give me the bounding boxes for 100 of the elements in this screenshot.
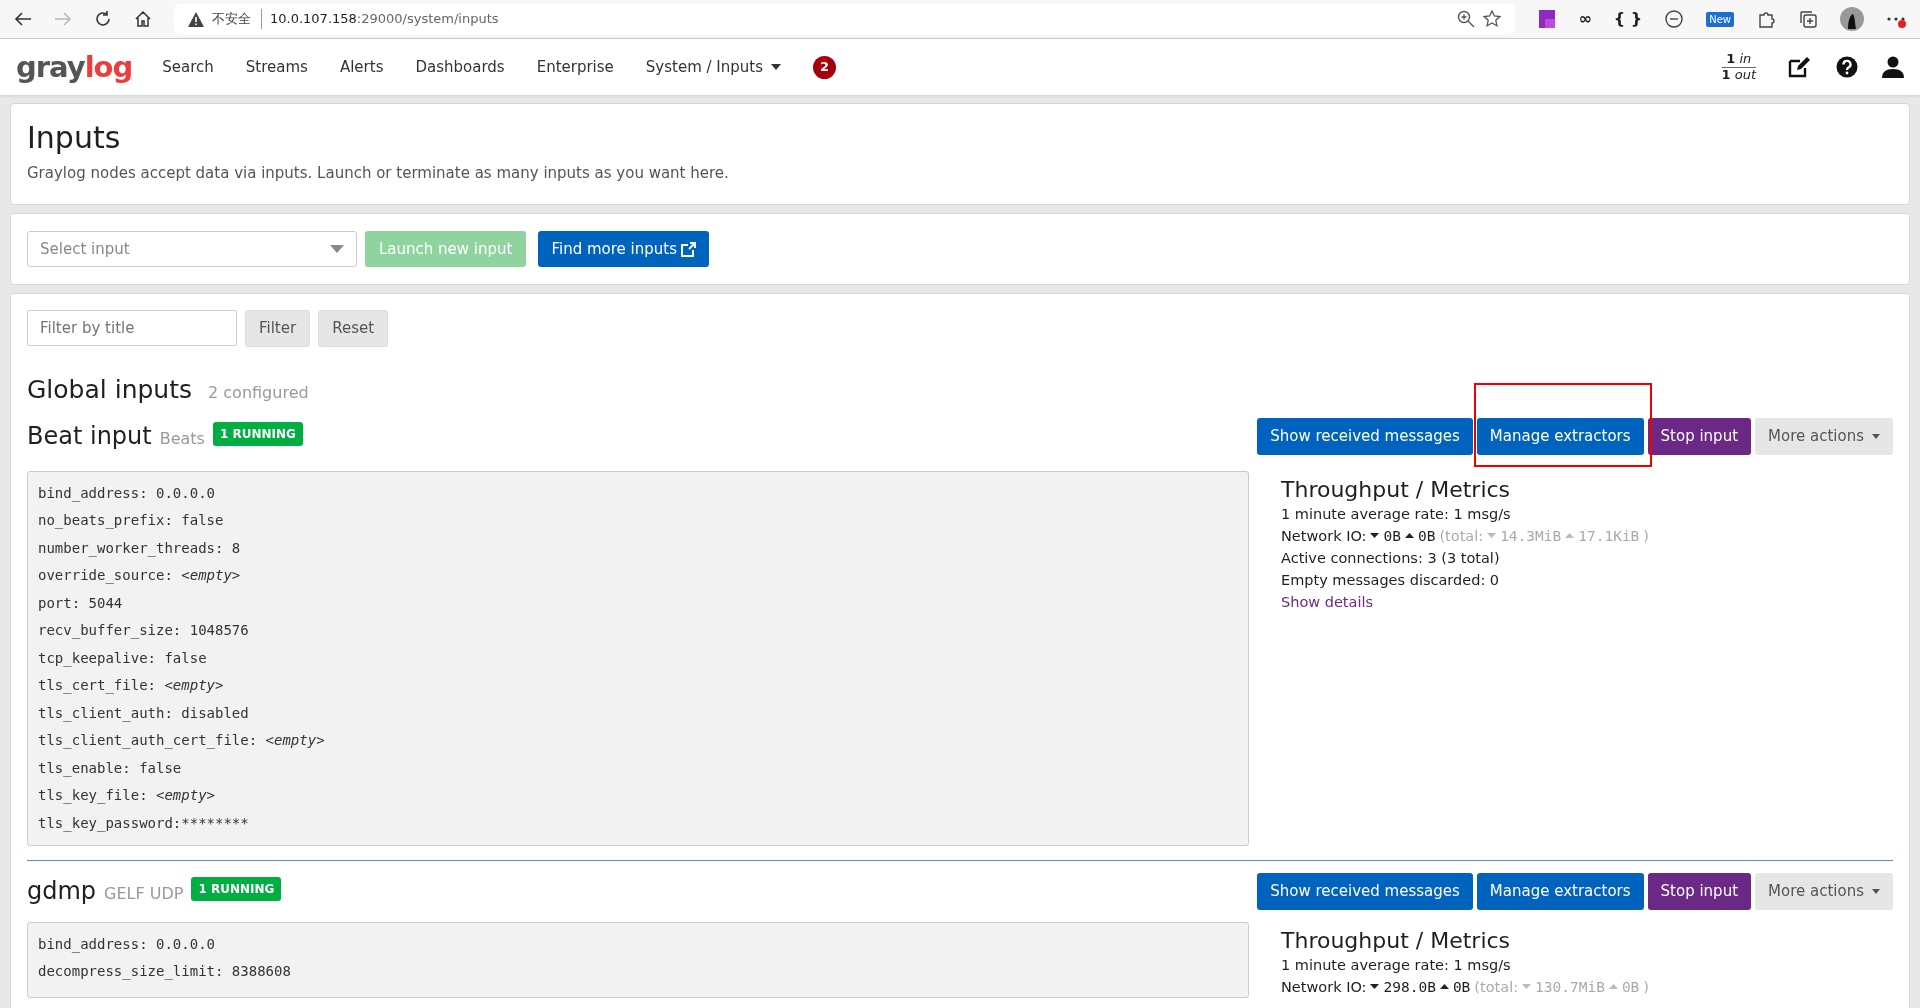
metric-value: 0B [1452,977,1471,997]
configured-count: 2 configured [208,381,309,404]
input-title: Beat input [27,421,152,453]
metric-value: 0B [1417,526,1436,546]
config-line: tls_key_file: <empty> [38,786,217,806]
metric-label: Network IO: [1281,977,1367,997]
user-icon[interactable] [1882,56,1904,78]
caret-icon [330,245,344,253]
metric-value: 0B [1621,977,1640,997]
edit-icon[interactable] [1788,56,1812,78]
collections-icon[interactable] [1798,9,1818,29]
reload-icon[interactable] [94,10,112,28]
warning-icon [188,11,204,27]
profile-avatar-icon[interactable] [1840,7,1864,31]
status-badge: 1 RUNNING [212,422,303,447]
down-arrow-icon [1487,533,1497,538]
home-icon[interactable] [134,10,152,28]
back-icon[interactable] [14,11,32,27]
extension-icon[interactable]: { } [1613,7,1643,31]
new-badge[interactable]: New [1706,11,1734,27]
metric-value: 14.3MiB [1500,526,1562,546]
metric-value: 0B [1383,526,1401,546]
metric-label: Network IO: [1281,526,1367,546]
nav-link[interactable]: System / Inputs [629,55,797,79]
metric-label: ) [1643,526,1649,546]
metric-line: Empty messages discarded: 0 [1281,570,1501,590]
page-title: Inputs [27,120,122,156]
action-button[interactable]: Show received messages [1257,418,1473,455]
up-arrow-icon [1608,984,1618,989]
config-line: tls_enable: false [38,758,183,779]
config-line: tls_client_auth_cert_file: <empty> [38,731,326,751]
metric-value: 17.1KiB [1578,526,1640,546]
caret-icon [1872,888,1880,894]
metrics-title: Throughput / Metrics [1281,927,1512,954]
nav-link[interactable]: Dashboards [399,55,521,79]
action-button[interactable]: Stop input [1647,873,1752,910]
details-link[interactable]: Show details [1281,593,1374,610]
metric-label: ) [1643,977,1650,997]
input-select[interactable]: Select input [27,231,357,267]
metric-label: (total: [1474,977,1519,997]
config-line: tls_cert_file: <empty> [38,676,225,696]
config-line: override_source: <empty> [38,566,242,586]
config-line: bind_address: 0.0.0.0 [38,483,216,504]
nav-link[interactable]: Enterprise [520,55,630,79]
metric-line: 1 minute average rate: 1 msg/s [1281,504,1512,524]
config-line: tls_key_password:******** [38,813,250,834]
external-link-icon [681,241,696,257]
config-line: tls_client_auth: disabled [38,703,250,724]
filter-button[interactable]: Filter [245,310,311,347]
reset-button[interactable]: Reset [318,310,389,347]
nav-link[interactable]: Streams [229,55,324,79]
more-actions-button[interactable]: More actions [1755,873,1893,910]
more-actions-button[interactable]: More actions [1755,418,1893,455]
down-arrow-icon [1370,984,1380,989]
config-line: tcp_keepalive: false [38,648,208,669]
nav-link[interactable]: Search [146,55,230,79]
throughput-indicator: 1 in 1 out [1721,51,1756,83]
metric-line: Active connections: 3 (3 total) [1281,548,1501,568]
favorite-star-icon[interactable] [1482,10,1501,28]
up-arrow-icon [1404,533,1414,538]
up-arrow-icon [1565,533,1575,538]
section-title: Global inputs [27,373,193,406]
action-button[interactable]: Show received messages [1257,873,1473,910]
notification-count[interactable]: 2 [813,55,836,79]
extension-icon[interactable] [1536,9,1557,29]
address-bar[interactable]: 不安全 10.0.107.158:29000/system/inputs [174,3,1515,35]
status-badge: 1 RUNNING [191,877,282,902]
security-label: 不安全 [212,9,262,29]
input-type: Beats [159,428,205,451]
extension-icon[interactable] [1664,9,1685,29]
config-line: number_worker_threads: 8 [38,538,242,559]
find-inputs-button[interactable]: Find more inputs [538,230,709,268]
action-button[interactable]: Manage extractors [1476,418,1644,455]
config-line: decompress_size_limit: 8388608 [38,962,292,982]
down-arrow-icon [1370,533,1380,538]
config-line: port: 5044 [38,593,124,613]
zoom-icon[interactable] [1456,10,1475,28]
nav-link[interactable]: Alerts [323,55,400,79]
puzzle-icon[interactable] [1756,9,1776,29]
action-button[interactable]: Manage extractors [1476,873,1644,910]
metric-value: 298.0B [1383,977,1436,997]
input-title: gdmp [27,876,97,908]
caret-icon [1872,433,1880,439]
config-line: bind_address: 0.0.0.0 [38,934,216,955]
filter-field[interactable]: Filter by title [27,310,237,347]
url-text: 10.0.107.158:29000/system/inputs [270,10,499,29]
metric-label: (total: [1439,526,1484,546]
metric-line: 1 minute average rate: 1 msg/s [1281,955,1512,975]
config-line: recv_buffer_size: 1048576 [38,621,250,641]
graylog-logo[interactable]: graylog [16,52,133,82]
help-icon[interactable] [1836,56,1858,78]
config-line: no_beats_prefix: false [38,511,225,531]
metrics-title: Throughput / Metrics [1281,476,1512,503]
page-description: Graylog nodes accept data via inputs. Launch or terminate as many inputs as you want here. [27,163,730,184]
input-type: GELF UDP [104,883,184,906]
extension-icon[interactable]: ∞ [1578,7,1592,31]
down-arrow-icon [1522,984,1532,989]
metric-value: 130.7MiB [1535,977,1605,997]
up-arrow-icon [1439,984,1449,989]
action-button[interactable]: Stop input [1647,418,1752,455]
